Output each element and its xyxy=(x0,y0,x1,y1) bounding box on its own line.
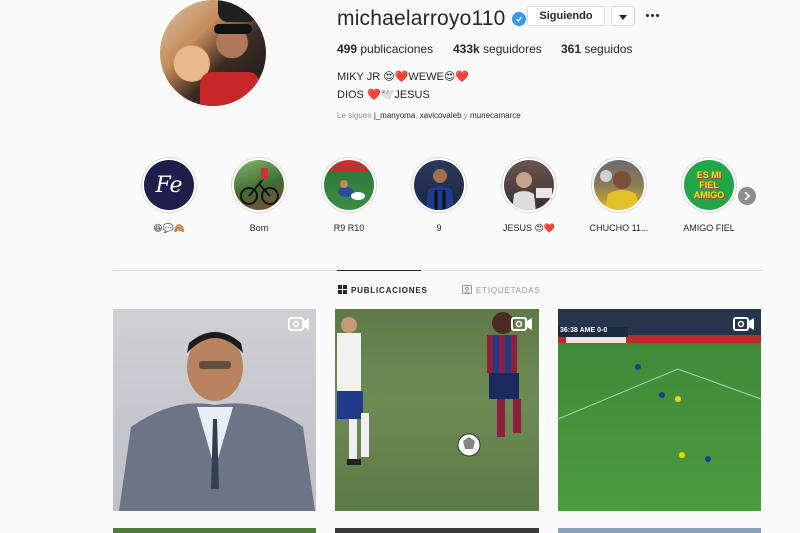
post-thumbnail[interactable] xyxy=(113,309,316,511)
highlight-cover-text: ES MI FIEL AMIGO xyxy=(693,170,725,200)
video-camera-icon xyxy=(288,317,310,331)
tag-icon xyxy=(462,285,472,296)
verified-badge-icon xyxy=(511,12,526,26)
post-thumbnail[interactable] xyxy=(558,528,761,533)
chevron-right-icon xyxy=(743,187,751,205)
post-thumbnail[interactable] xyxy=(335,528,539,533)
man-in-suit-image xyxy=(119,332,315,511)
highlight-item[interactable]: JESUS 😍❤️ xyxy=(501,157,557,233)
stat-following-count: 361 xyxy=(561,42,582,56)
football-broadcast-image xyxy=(558,309,761,462)
followed-by[interactable]: Le siguen j_manyoma, xavicovaleb y munec… xyxy=(337,111,521,120)
bicycle-photo-icon xyxy=(234,160,284,210)
highlight-ring: ES MI FIEL AMIGO xyxy=(681,157,737,213)
highlight-label: 😆💬🙈 xyxy=(153,223,185,233)
highlight-ring xyxy=(321,157,377,213)
profile-avatar[interactable] xyxy=(160,0,266,106)
bio-text: DIOS ❤️🕊️JESUS xyxy=(337,89,430,101)
highlight-label: 9 xyxy=(436,223,442,233)
highlight-item[interactable]: Fe 😆💬🙈 xyxy=(141,157,197,233)
stat-followers-label: seguidores xyxy=(483,42,542,56)
highlight-label: JESUS 😍❤️ xyxy=(502,223,556,233)
grid-icon xyxy=(338,285,347,296)
stat-followers[interactable]: 433k seguidores xyxy=(453,42,542,56)
chevron-down-icon xyxy=(619,9,627,24)
player-photo-icon xyxy=(594,160,644,210)
more-options-icon[interactable] xyxy=(643,6,661,24)
avatar-glasses xyxy=(214,24,252,34)
highlight-item[interactable]: R9 R10 xyxy=(321,157,377,233)
avatar-shirt xyxy=(200,72,260,106)
highlight-item[interactable]: ES MI FIEL AMIGO AMIGO FIEL xyxy=(681,157,737,233)
following-button[interactable]: Siguiendo xyxy=(527,6,605,26)
followed-by-user[interactable]: j_manyoma xyxy=(374,111,415,120)
highlight-item[interactable]: CHUCHO 11... xyxy=(590,157,648,233)
profile-username: michaelarroyo110 xyxy=(337,7,506,30)
stat-following-label: seguidos xyxy=(584,42,633,56)
tab-tagged-label: ETIQUETADAS xyxy=(476,286,541,295)
tab-posts-label: PUBLICACIONES xyxy=(351,286,428,295)
highlight-ring xyxy=(231,157,287,213)
followed-by-user[interactable]: munecamarce xyxy=(470,111,521,120)
text-graphic-icon: ES MI FIEL AMIGO xyxy=(684,160,734,210)
highlight-label: CHUCHO 11... xyxy=(589,223,649,233)
avatar-hat xyxy=(218,0,258,22)
post-thumbnail[interactable] xyxy=(335,309,539,511)
followed-by-prefix: Le siguen xyxy=(337,111,372,120)
post-thumbnail[interactable] xyxy=(113,528,316,533)
highlight-cover-text: Fe xyxy=(155,172,183,198)
highlight-ring xyxy=(501,157,557,213)
active-tab-indicator xyxy=(337,270,421,271)
highlight-item[interactable]: 9 xyxy=(411,157,467,233)
player-photo-icon xyxy=(414,160,464,210)
tab-posts[interactable]: PUBLICACIONES xyxy=(338,285,428,296)
stat-followers-count: 433k xyxy=(453,42,480,56)
video-camera-icon xyxy=(511,317,533,331)
highlight-label: AMIGO FIEL xyxy=(683,223,735,233)
bio-name: MIKY JR 😍❤️WEWE😍❤️ xyxy=(337,71,470,83)
highlight-ring xyxy=(411,157,467,213)
person-photo-icon xyxy=(504,160,554,210)
tabs-divider xyxy=(113,270,763,271)
football-dribble-image xyxy=(337,312,521,465)
fe-logo-icon: Fe xyxy=(144,160,194,210)
highlight-ring: Fe xyxy=(141,157,197,213)
highlight-item[interactable]: Bom xyxy=(231,157,287,233)
highlights-next-button[interactable] xyxy=(738,187,756,205)
broadcast-scoreboard: 36:38 AME 0-0 xyxy=(560,327,608,334)
post-thumbnail[interactable]: 36:38 AME 0-0 xyxy=(558,309,761,511)
highlight-label: Bom xyxy=(249,223,269,233)
football-photo-icon xyxy=(324,160,374,210)
stat-posts[interactable]: 499 publicaciones xyxy=(337,42,433,56)
stat-posts-label: publicaciones xyxy=(360,42,434,56)
tab-tagged[interactable]: ETIQUETADAS xyxy=(462,285,541,296)
highlight-label: R9 R10 xyxy=(333,223,365,233)
highlight-ring xyxy=(591,157,647,213)
followed-by-user[interactable]: xavicovaleb xyxy=(420,111,462,120)
follow-options-button[interactable] xyxy=(611,6,635,26)
stat-following[interactable]: 361 seguidos xyxy=(561,42,632,56)
followed-by-separator: y xyxy=(461,111,471,120)
username-row: michaelarroyo110 xyxy=(337,4,526,34)
stat-posts-count: 499 xyxy=(337,42,358,56)
video-camera-icon xyxy=(733,317,755,331)
